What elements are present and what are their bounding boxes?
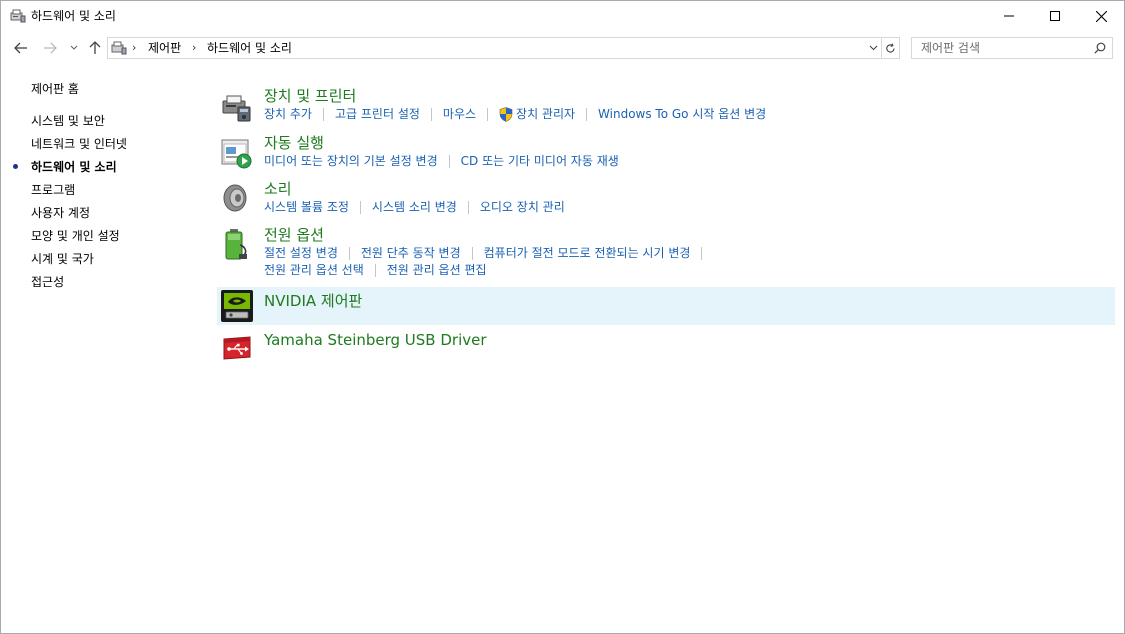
search-icon xyxy=(1094,42,1106,54)
category-title[interactable]: 장치 및 프린터 xyxy=(264,86,356,106)
battery-power-icon xyxy=(225,229,247,260)
control-panel-icon xyxy=(111,41,127,55)
forward-button[interactable] xyxy=(39,35,61,61)
speaker-icon xyxy=(223,184,247,212)
link-change-sleep-timing[interactable]: 컴퓨터가 절전 모드로 전환되는 시기 변경 xyxy=(484,245,691,261)
minimize-icon xyxy=(1004,15,1014,17)
arrow-left-icon xyxy=(14,42,27,54)
link-divider xyxy=(467,200,469,214)
link-divider xyxy=(448,154,450,168)
link-advanced-printer-setup[interactable]: 고급 프린터 설정 xyxy=(335,106,420,122)
category-devices-printers: 장치 및 프린터 장치 추가 고급 프린터 설정 마우스 장치 관리자 Wind… xyxy=(217,85,1115,129)
link-change-system-sounds[interactable]: 시스템 소리 변경 xyxy=(372,199,457,215)
maximize-button[interactable] xyxy=(1032,1,1078,31)
sidebar-item-user-accounts[interactable]: 사용자 계정 xyxy=(31,205,90,221)
sidebar-item-control-panel-home[interactable]: 제어판 홈 xyxy=(31,81,79,97)
link-manage-audio-devices[interactable]: 오디오 장치 관리 xyxy=(480,199,565,215)
refresh-icon xyxy=(886,42,895,53)
arrow-right-icon xyxy=(44,42,57,54)
breadcrumb-hardware-sound[interactable]: 하드웨어 및 소리 xyxy=(207,41,292,55)
category-yamaha-usb: Yamaha Steinberg USB Driver xyxy=(217,328,1115,362)
link-adjust-system-volume[interactable]: 시스템 볼륨 조정 xyxy=(264,199,349,215)
nvidia-icon xyxy=(221,290,253,322)
link-change-sleep-settings[interactable]: 절전 설정 변경 xyxy=(264,245,338,261)
arrow-up-icon xyxy=(89,41,101,54)
link-divider xyxy=(430,107,432,121)
printer-device-icon xyxy=(222,95,251,122)
address-bar[interactable]: › 제어판 › 하드웨어 및 소리 xyxy=(107,37,882,59)
category-links: 전원 관리 옵션 선택 전원 관리 옵션 편집 xyxy=(264,262,487,278)
link-divider xyxy=(359,200,361,214)
close-button[interactable] xyxy=(1078,1,1124,31)
category-title[interactable]: NVIDIA 제어판 xyxy=(264,291,362,311)
title-bar: 하드웨어 및 소리 xyxy=(1,1,1124,31)
category-links: 장치 추가 고급 프린터 설정 마우스 장치 관리자 Windows To Go… xyxy=(264,106,766,122)
sidebar-item-network-internet[interactable]: 네트워크 및 인터넷 xyxy=(31,136,127,152)
chevron-down-icon xyxy=(70,45,78,50)
category-links: 미디어 또는 장치의 기본 설정 변경 CD 또는 기타 미디어 자동 재생 xyxy=(264,153,619,169)
category-title[interactable]: 소리 xyxy=(264,179,292,199)
category-links: 절전 설정 변경 전원 단추 동작 변경 컴퓨터가 절전 모드로 전환되는 시기… xyxy=(264,245,713,261)
link-cd-autoplay[interactable]: CD 또는 기타 미디어 자동 재생 xyxy=(461,153,619,169)
link-divider xyxy=(471,246,473,260)
category-power-options: 전원 옵션 절전 설정 변경 전원 단추 동작 변경 컴퓨터가 절전 모드로 전… xyxy=(217,224,1115,282)
category-title[interactable]: Yamaha Steinberg USB Driver xyxy=(264,330,487,350)
maximize-icon xyxy=(1050,11,1060,21)
usb-driver-icon xyxy=(223,336,251,360)
sidebar-item-programs[interactable]: 프로그램 xyxy=(31,182,75,198)
category-title[interactable]: 자동 실행 xyxy=(264,133,324,153)
close-icon xyxy=(1095,10,1107,22)
link-choose-power-plan[interactable]: 전원 관리 옵션 선택 xyxy=(264,262,364,278)
chevron-down-icon xyxy=(869,45,877,51)
control-panel-window: 하드웨어 및 소리 › 제어판 › 하드웨어 및 소리 제어판 검색 제어판 홈… xyxy=(0,0,1125,634)
breadcrumb-control-panel[interactable]: 제어판 xyxy=(148,41,181,55)
refresh-button[interactable] xyxy=(882,37,900,59)
sidebar-item-appearance[interactable]: 모양 및 개인 설정 xyxy=(31,228,120,244)
uac-shield-icon xyxy=(499,106,513,122)
hardware-sound-icon xyxy=(10,9,26,23)
recent-locations-button[interactable] xyxy=(67,35,81,61)
link-add-device[interactable]: 장치 추가 xyxy=(264,106,312,122)
link-change-default-media-settings[interactable]: 미디어 또는 장치의 기본 설정 변경 xyxy=(264,153,438,169)
sidebar-item-ease-of-access[interactable]: 접근성 xyxy=(31,274,64,290)
category-autoplay: 자동 실행 미디어 또는 장치의 기본 설정 변경 CD 또는 기타 미디어 자… xyxy=(217,132,1115,176)
sidebar-item-system-security[interactable]: 시스템 및 보안 xyxy=(31,113,105,129)
link-divider xyxy=(348,246,350,260)
link-windows-to-go[interactable]: Windows To Go 시작 옵션 변경 xyxy=(598,106,766,122)
window-title: 하드웨어 및 소리 xyxy=(31,9,116,23)
link-mouse[interactable]: 마우스 xyxy=(443,106,476,122)
search-input[interactable]: 제어판 검색 xyxy=(911,37,1113,59)
link-divider xyxy=(701,246,703,260)
category-title[interactable]: 전원 옵션 xyxy=(264,225,324,245)
back-button[interactable] xyxy=(10,35,32,61)
breadcrumb-separator-icon[interactable]: › xyxy=(192,41,196,55)
address-dropdown-button[interactable] xyxy=(866,37,880,59)
link-divider xyxy=(374,263,376,277)
link-edit-power-plan[interactable]: 전원 관리 옵션 편집 xyxy=(387,262,487,278)
category-nvidia[interactable]: NVIDIA 제어판 xyxy=(217,287,1115,325)
sidebar-item-clock-region[interactable]: 시계 및 국가 xyxy=(31,251,94,267)
search-placeholder: 제어판 검색 xyxy=(921,41,981,55)
breadcrumb-separator-icon[interactable]: › xyxy=(132,41,136,55)
minimize-button[interactable] xyxy=(986,1,1032,31)
link-device-manager[interactable]: 장치 관리자 xyxy=(516,106,575,122)
sidebar-item-hardware-sound[interactable]: 하드웨어 및 소리 xyxy=(31,159,117,175)
link-divider xyxy=(322,107,324,121)
link-divider xyxy=(586,107,588,121)
up-button[interactable] xyxy=(85,35,105,61)
link-divider xyxy=(487,107,489,121)
autoplay-icon xyxy=(221,139,252,169)
category-links: 시스템 볼륨 조정 시스템 소리 변경 오디오 장치 관리 xyxy=(264,199,565,215)
category-sound: 소리 시스템 볼륨 조정 시스템 소리 변경 오디오 장치 관리 xyxy=(217,178,1115,222)
link-change-power-button[interactable]: 전원 단추 동작 변경 xyxy=(361,245,461,261)
active-item-bullet xyxy=(13,164,18,169)
